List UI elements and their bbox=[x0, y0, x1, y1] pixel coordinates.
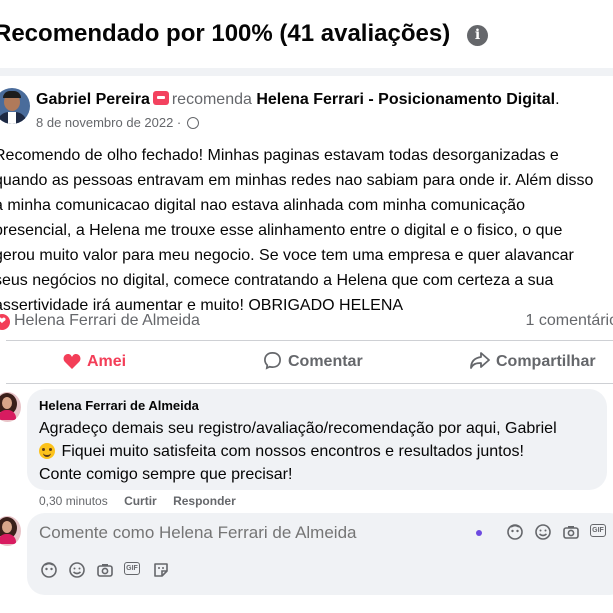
recommend-icon bbox=[152, 91, 169, 105]
section-header: Recomendado por 100% (41 avaliações) i bbox=[0, 0, 613, 68]
comment-meta: 0,30 minutos Curtir Responder bbox=[39, 494, 249, 508]
avatar-sticker-icon[interactable] bbox=[40, 561, 58, 579]
post-text-line: quando as pessoas entravam em minhas red… bbox=[0, 172, 594, 189]
comment-line-with-emoji: Fiquei muito satisfeita com nossos encon… bbox=[39, 440, 609, 463]
avatar-sticker-icon[interactable] bbox=[506, 523, 524, 541]
recommend-verb: recomenda bbox=[171, 91, 252, 108]
comment-bubble: Helena Ferrari de Almeida Agradeço demai… bbox=[27, 389, 607, 490]
recommendation-title: Recomendado por 100% (41 avaliações) bbox=[0, 20, 451, 47]
comment-line: Agradeço demais seu registro/avaliação/r… bbox=[39, 420, 557, 437]
divider bbox=[6, 340, 613, 341]
comment-line: Fiquei muito satisfeita com nossos encon… bbox=[61, 443, 524, 460]
share-button[interactable]: Compartilhar bbox=[470, 342, 596, 382]
share-label: Compartilhar bbox=[496, 353, 596, 370]
like-comment-button[interactable]: Curtir bbox=[124, 494, 157, 508]
emoji-icon[interactable] bbox=[68, 561, 86, 579]
post-meta: 8 de novembro de 2022 · bbox=[36, 115, 199, 130]
comment-composer: GIF GIF bbox=[27, 513, 613, 595]
recommendation-post: Gabriel Pereira recomenda Helena Ferrari … bbox=[0, 76, 613, 613]
camera-icon[interactable] bbox=[562, 523, 580, 541]
author-avatar[interactable] bbox=[0, 88, 30, 124]
comments-count-link[interactable]: 1 comentário bbox=[526, 312, 613, 330]
comment-line: Conte comigo sempre que precisar! bbox=[39, 466, 293, 483]
emoji-icon[interactable] bbox=[534, 523, 552, 541]
love-label: Amei bbox=[87, 353, 127, 370]
reply-comment-button[interactable]: Responder bbox=[173, 494, 236, 508]
comment-button[interactable]: Comentar bbox=[263, 342, 363, 382]
post-date-link[interactable]: 8 de novembro de 2022 · bbox=[36, 115, 181, 130]
typing-indicator-dot bbox=[476, 530, 482, 536]
heart-reaction-icon: ❤ bbox=[0, 314, 10, 330]
reactor-name-link[interactable]: Helena Ferrari de Almeida bbox=[14, 312, 200, 330]
comment-author-link[interactable]: Helena Ferrari de Almeida bbox=[39, 398, 199, 413]
post-text-line: presencial, a Helena me trouxe esse alin… bbox=[0, 222, 563, 239]
reaction-summary: ❤ Helena Ferrari de Almeida 1 comentário bbox=[0, 312, 613, 334]
divider bbox=[6, 383, 613, 384]
gif-icon[interactable]: GIF bbox=[124, 562, 140, 575]
comment-input[interactable] bbox=[39, 523, 389, 543]
smile-emoji-icon bbox=[39, 443, 55, 459]
comment-text: Agradeço demais seu registro/avaliação/r… bbox=[39, 417, 609, 486]
comment-bubble-icon bbox=[264, 352, 281, 370]
post-body: Recomendo de olho fechado! Minhas pagina… bbox=[0, 143, 613, 318]
globe-icon bbox=[186, 117, 199, 129]
author-line-period: . bbox=[555, 91, 560, 108]
composer-avatar[interactable] bbox=[0, 516, 21, 546]
camera-icon[interactable] bbox=[96, 561, 114, 579]
share-icon bbox=[470, 352, 490, 369]
comment-label: Comentar bbox=[288, 353, 363, 370]
post-text-line: seus negócios no digital, comece contrat… bbox=[0, 272, 554, 289]
author-name-link[interactable]: Gabriel Pereira bbox=[36, 91, 150, 108]
sticker-icon[interactable] bbox=[152, 561, 170, 579]
commenter-avatar[interactable] bbox=[0, 392, 21, 422]
action-bar: Amei Comentar Compartilhar bbox=[0, 342, 613, 382]
love-button[interactable]: Amei bbox=[63, 342, 126, 382]
post-text-line: gerou muito valor para meu negocio. Se v… bbox=[0, 247, 574, 264]
gif-icon[interactable]: GIF bbox=[590, 524, 606, 537]
post-text-line: a minha comunicacao digital nao estava a… bbox=[0, 197, 525, 214]
post-text-line: Recomendo de olho fechado! Minhas pagina… bbox=[0, 147, 559, 164]
heart-icon bbox=[63, 354, 81, 369]
page-name-link[interactable]: Helena Ferrari - Posicionamento Digital bbox=[256, 91, 555, 108]
comment-time[interactable]: 0,30 minutos bbox=[39, 494, 108, 508]
info-icon[interactable]: i bbox=[467, 25, 488, 46]
post-author-line: Gabriel Pereira recomenda Helena Ferrari … bbox=[36, 91, 560, 109]
